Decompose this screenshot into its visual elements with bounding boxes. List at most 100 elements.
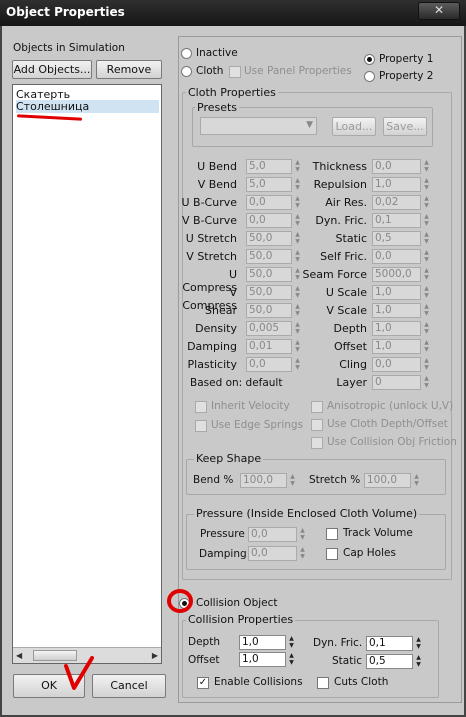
cloth-param-spinner[interactable]: 0,0 ▲ ▼	[246, 357, 303, 372]
cloth-param-field[interactable]: 0,0	[246, 195, 292, 210]
cloth-param-field[interactable]: 1,0	[372, 303, 421, 318]
cloth-param-spinner[interactable]: 50,0 ▲ ▼	[246, 303, 303, 318]
load-button[interactable]: Load...	[332, 117, 376, 136]
stretch-percent-field[interactable]: 100,0	[364, 473, 411, 488]
presets-dropdown[interactable]: ▼	[200, 117, 317, 135]
spinner-arrows-icon[interactable]: ▲ ▼	[298, 527, 307, 542]
use-edge-springs-checkbox[interactable]	[195, 420, 207, 432]
scroll-left-icon[interactable]: ◀	[16, 651, 22, 660]
cloth-param-spinner[interactable]: 5000,0 ▲ ▼	[372, 267, 432, 282]
property1-radio[interactable]	[364, 54, 375, 65]
cloth-param-spinner[interactable]: 0,005 ▲ ▼	[246, 321, 303, 336]
cloth-param-spinner[interactable]: 50,0 ▲ ▼	[246, 249, 303, 264]
spinner-arrows-icon[interactable]: ▲ ▼	[287, 652, 296, 667]
spinner-arrows-icon[interactable]: ▲ ▼	[422, 231, 431, 246]
cloth-param-field[interactable]: 0,0	[372, 249, 421, 264]
inactive-radio[interactable]	[181, 48, 192, 59]
spinner-arrows-icon[interactable]: ▲ ▼	[422, 303, 431, 318]
cloth-param-spinner[interactable]: 0 ▲ ▼	[372, 375, 432, 390]
pressure-field[interactable]: 0,0	[248, 527, 297, 542]
close-button[interactable]: ✕	[418, 2, 460, 20]
cloth-param-spinner[interactable]: 5,0 ▲ ▼	[246, 159, 303, 174]
cloth-param-spinner[interactable]: 0,5 ▲ ▼	[372, 231, 432, 246]
collision-offset-spinner[interactable]: 1,0 ▲ ▼	[239, 652, 297, 667]
bend-percent-field[interactable]: 100,0	[240, 473, 287, 488]
spinner-arrows-icon[interactable]: ▲ ▼	[422, 375, 431, 390]
spinner-arrows-icon[interactable]: ▲ ▼	[422, 357, 431, 372]
cloth-param-field[interactable]: 50,0	[246, 249, 292, 264]
cloth-param-field[interactable]: 0	[372, 375, 421, 390]
scroll-right-icon[interactable]: ▶	[152, 651, 158, 660]
cap-holes-checkbox[interactable]	[326, 548, 338, 560]
cloth-param-spinner[interactable]: 0,0 ▲ ▼	[246, 195, 303, 210]
stretch-percent-spinner[interactable]: 100,0 ▲ ▼	[364, 473, 422, 488]
spinner-arrows-icon[interactable]: ▲ ▼	[422, 285, 431, 300]
cloth-param-field[interactable]: 0,02	[372, 195, 421, 210]
cloth-param-spinner[interactable]: 5,0 ▲ ▼	[246, 177, 303, 192]
cloth-param-spinner[interactable]: 0,0 ▲ ▼	[372, 357, 432, 372]
collision-offset-field[interactable]: 1,0	[239, 652, 286, 667]
cloth-param-spinner[interactable]: 1,0 ▲ ▼	[372, 177, 432, 192]
spinner-arrows-icon[interactable]: ▲ ▼	[298, 546, 307, 561]
collision-dyn-fric-spinner[interactable]: 0,1 ▲ ▼	[366, 636, 424, 651]
cloth-param-spinner[interactable]: 0,0 ▲ ▼	[372, 159, 432, 174]
cloth-param-spinner[interactable]: 0,0 ▲ ▼	[372, 249, 432, 264]
cuts-cloth-checkbox[interactable]	[317, 677, 329, 689]
spinner-arrows-icon[interactable]: ▲ ▼	[288, 473, 297, 488]
use-cloth-depth-checkbox[interactable]	[311, 419, 323, 431]
inherit-velocity-checkbox[interactable]	[195, 401, 207, 413]
cloth-param-field[interactable]: 50,0	[246, 285, 292, 300]
collision-static-spinner[interactable]: 0,5 ▲ ▼	[366, 654, 424, 669]
spinner-arrows-icon[interactable]: ▲ ▼	[422, 267, 431, 282]
cloth-param-field[interactable]: 1,0	[372, 321, 421, 336]
cloth-param-field[interactable]: 0,0	[372, 159, 421, 174]
cancel-button[interactable]: Cancel	[92, 674, 166, 698]
cloth-param-spinner[interactable]: 1,0 ▲ ▼	[372, 303, 432, 318]
cloth-param-field[interactable]: 5,0	[246, 159, 292, 174]
cloth-param-spinner[interactable]: 0,01 ▲ ▼	[246, 339, 303, 354]
remove-button[interactable]: Remove	[96, 60, 162, 79]
pressure-damping-spinner[interactable]: 0,0 ▲ ▼	[248, 546, 308, 561]
spinner-arrows-icon[interactable]: ▲ ▼	[422, 159, 431, 174]
cloth-param-field[interactable]: 1,0	[372, 285, 421, 300]
spinner-arrows-icon[interactable]: ▲ ▼	[422, 177, 431, 192]
cloth-param-field[interactable]: 50,0	[246, 267, 292, 282]
spinner-arrows-icon[interactable]: ▲ ▼	[414, 654, 423, 669]
objects-list[interactable]: Скатерть Столешница	[12, 84, 162, 664]
add-objects-button[interactable]: Add Objects...	[12, 60, 92, 79]
collision-depth-field[interactable]: 1,0	[239, 635, 286, 650]
collision-depth-spinner[interactable]: 1,0 ▲ ▼	[239, 635, 297, 650]
cloth-param-field[interactable]: 5,0	[246, 177, 292, 192]
use-panel-properties-checkbox[interactable]	[229, 66, 241, 78]
cloth-param-spinner[interactable]: 1,0 ▲ ▼	[372, 285, 432, 300]
collision-static-field[interactable]: 0,5	[366, 654, 413, 669]
spinner-arrows-icon[interactable]: ▲ ▼	[412, 473, 421, 488]
spinner-arrows-icon[interactable]: ▲ ▼	[287, 635, 296, 650]
save-button[interactable]: Save...	[383, 117, 427, 136]
cloth-param-spinner[interactable]: 0,02 ▲ ▼	[372, 195, 432, 210]
spinner-arrows-icon[interactable]: ▲ ▼	[422, 321, 431, 336]
cloth-param-field[interactable]: 0,1	[372, 213, 421, 228]
cloth-param-field[interactable]: 1,0	[372, 177, 421, 192]
list-item[interactable]: Столешница	[16, 100, 159, 113]
use-collision-friction-checkbox[interactable]	[311, 437, 323, 449]
track-volume-checkbox[interactable]	[326, 528, 338, 540]
cloth-param-spinner[interactable]: 0,0 ▲ ▼	[246, 213, 303, 228]
cloth-param-field[interactable]: 0,5	[372, 231, 421, 246]
bend-percent-spinner[interactable]: 100,0 ▲ ▼	[240, 473, 298, 488]
property2-radio[interactable]	[364, 71, 375, 82]
spinner-arrows-icon[interactable]: ▲ ▼	[414, 636, 423, 651]
cloth-param-field[interactable]: 0,005	[246, 321, 292, 336]
cloth-param-field[interactable]: 1,0	[372, 339, 421, 354]
cloth-param-spinner[interactable]: 50,0 ▲ ▼	[246, 267, 303, 282]
cloth-param-field[interactable]: 50,0	[246, 303, 292, 318]
cloth-param-field[interactable]: 0,0	[372, 357, 421, 372]
pressure-spinner[interactable]: 0,0 ▲ ▼	[248, 527, 308, 542]
cloth-param-field[interactable]: 0,0	[246, 357, 292, 372]
cloth-param-field[interactable]: 0,01	[246, 339, 292, 354]
cloth-param-field[interactable]: 50,0	[246, 231, 292, 246]
cloth-param-spinner[interactable]: 0,1 ▲ ▼	[372, 213, 432, 228]
cloth-param-field[interactable]: 5000,0	[372, 267, 421, 282]
collision-dyn-fric-field[interactable]: 0,1	[366, 636, 413, 651]
cloth-param-spinner[interactable]: 50,0 ▲ ▼	[246, 285, 303, 300]
